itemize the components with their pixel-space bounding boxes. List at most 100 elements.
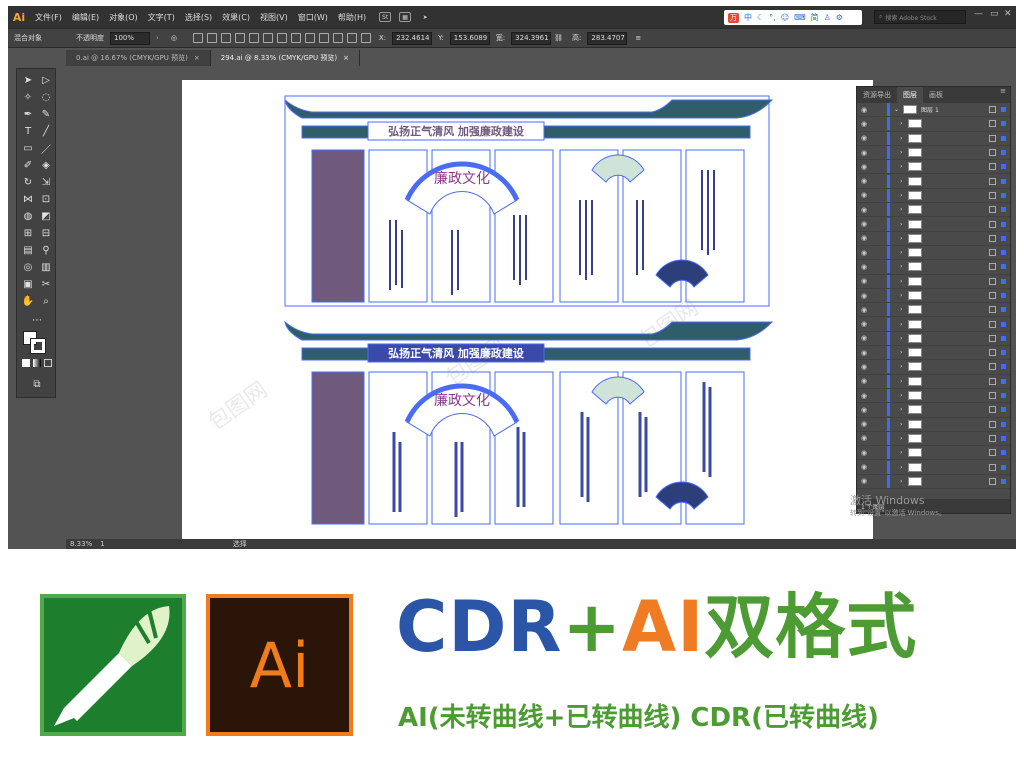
graph-tool-icon[interactable]: ▥ bbox=[38, 260, 54, 274]
eye-icon[interactable]: ◉ bbox=[857, 449, 871, 457]
eye-icon[interactable]: ◉ bbox=[857, 263, 871, 271]
sublayer-row[interactable]: ◉ › bbox=[857, 188, 1010, 204]
sublayer-row[interactable]: ◉ › bbox=[857, 446, 1010, 461]
chevron-right-icon[interactable]: › bbox=[900, 321, 902, 328]
sublayer-row[interactable]: ◉ › bbox=[857, 217, 1010, 232]
target-icon[interactable] bbox=[989, 263, 996, 271]
x-field[interactable]: 232.4614 bbox=[392, 31, 433, 45]
sublayer-row[interactable]: ◉ › bbox=[857, 346, 1010, 361]
target-icon[interactable] bbox=[989, 477, 996, 485]
tab-document-0[interactable]: 0.ai @ 16.67% (CMYK/GPU 预览) × bbox=[66, 50, 211, 66]
chevron-right-icon[interactable]: › bbox=[900, 249, 902, 256]
align-right-icon[interactable] bbox=[220, 33, 231, 43]
distribute-right-icon[interactable] bbox=[346, 33, 357, 43]
ime-mode[interactable]: 简 bbox=[811, 12, 819, 23]
stroke-swatch[interactable] bbox=[30, 338, 46, 354]
sublayer-row[interactable]: ◉ › bbox=[857, 117, 1010, 132]
tab-asset-export[interactable]: 资源导出 bbox=[857, 87, 897, 103]
chevron-right-icon[interactable]: › bbox=[900, 464, 902, 471]
opacity-label[interactable]: 不透明度 bbox=[70, 33, 110, 43]
chevron-right-icon[interactable]: › bbox=[900, 363, 902, 370]
gradient-mode-icon[interactable] bbox=[33, 359, 41, 367]
artboard-tool-icon[interactable]: ▣ bbox=[20, 277, 36, 291]
target-icon[interactable] bbox=[989, 120, 996, 128]
menu-edit[interactable]: 编辑(E) bbox=[67, 12, 104, 23]
menu-help[interactable]: 帮助(H) bbox=[333, 12, 371, 23]
paintbrush-icon[interactable]: ／ bbox=[38, 141, 54, 156]
chevron-right-icon[interactable]: › bbox=[900, 292, 902, 299]
scale-icon[interactable]: ⇲ bbox=[38, 175, 54, 189]
chevron-right-icon[interactable]: › bbox=[900, 449, 902, 456]
maximize-icon[interactable]: ▭ bbox=[990, 9, 999, 19]
chevron-right-icon[interactable]: › bbox=[900, 120, 902, 127]
moon-icon[interactable]: ☾ bbox=[757, 13, 764, 22]
artboard[interactable]: 包图网 包图网 包图网 弘扬正气清风 加强廉政建设 廉政文化 bbox=[182, 80, 873, 541]
target-icon[interactable] bbox=[989, 463, 996, 471]
shirt-icon[interactable]: ♙ bbox=[824, 13, 831, 22]
eye-icon[interactable]: ◉ bbox=[857, 149, 871, 157]
eye-icon[interactable]: ◉ bbox=[857, 220, 871, 228]
chevron-right-icon[interactable]: › bbox=[900, 192, 902, 199]
sublayer-row[interactable]: ◉ › bbox=[857, 203, 1010, 218]
eye-icon[interactable]: ◉ bbox=[857, 334, 871, 342]
ime-lang[interactable]: 中 bbox=[744, 12, 752, 23]
sublayer-row[interactable]: ◉ › bbox=[857, 174, 1010, 189]
line-tool-icon[interactable]: ╱ bbox=[38, 124, 54, 138]
live-paint-icon[interactable]: ◩ bbox=[38, 209, 54, 223]
eye-icon[interactable]: ◉ bbox=[857, 477, 871, 485]
close-icon[interactable]: ✕ bbox=[1004, 9, 1012, 19]
chevron-right-icon[interactable]: › bbox=[900, 406, 902, 413]
sublayer-row[interactable]: ◉ › bbox=[857, 417, 1010, 432]
zoom-level[interactable]: 8.33% bbox=[70, 540, 92, 548]
eye-icon[interactable]: ◉ bbox=[857, 406, 871, 414]
selection-tool-icon[interactable]: ➤ bbox=[20, 73, 36, 87]
target-icon[interactable] bbox=[989, 334, 996, 342]
distribute-left-icon[interactable] bbox=[318, 33, 329, 43]
distribute-center-icon[interactable] bbox=[332, 33, 343, 43]
target-icon[interactable] bbox=[989, 392, 996, 400]
menu-file[interactable]: 文件(F) bbox=[30, 12, 67, 23]
chevron-right-icon[interactable]: › bbox=[900, 163, 902, 170]
hand-tool-icon[interactable]: ✋ bbox=[20, 294, 36, 308]
rectangle-tool-icon[interactable]: ▭ bbox=[20, 141, 36, 155]
eye-icon[interactable]: ◉ bbox=[857, 377, 871, 385]
target-icon[interactable] bbox=[989, 306, 996, 314]
chevron-right-icon[interactable]: › bbox=[900, 178, 902, 185]
menu-select[interactable]: 选择(S) bbox=[180, 12, 217, 23]
chevron-right-icon[interactable]: › bbox=[900, 421, 902, 428]
menu-view[interactable]: 视图(V) bbox=[255, 12, 293, 23]
align-bottom-icon[interactable] bbox=[262, 33, 273, 43]
eye-icon[interactable]: ◉ bbox=[857, 134, 871, 142]
pen-tool-icon[interactable]: ✒ bbox=[20, 107, 36, 121]
align-center-icon[interactable] bbox=[206, 33, 217, 43]
close-icon[interactable]: × bbox=[194, 54, 200, 62]
chevron-right-icon[interactable]: › bbox=[900, 392, 902, 399]
sublayer-row[interactable]: ◉ › bbox=[857, 331, 1010, 347]
align-top-icon[interactable] bbox=[234, 33, 245, 43]
punct-icon[interactable]: °, bbox=[769, 13, 776, 22]
target-icon[interactable] bbox=[989, 292, 996, 299]
sublayer-row[interactable]: ◉ › bbox=[857, 303, 1010, 318]
align-left-icon[interactable] bbox=[192, 33, 203, 43]
distribute-bottom-icon[interactable] bbox=[304, 33, 315, 43]
none-mode-icon[interactable] bbox=[44, 359, 52, 367]
sublayer-row[interactable]: ◉ › bbox=[857, 374, 1010, 389]
sublayer-row[interactable]: ◉ › bbox=[857, 160, 1010, 175]
target-icon[interactable] bbox=[989, 434, 996, 442]
target-icon[interactable] bbox=[989, 149, 996, 157]
page-number[interactable]: 1 bbox=[100, 540, 104, 548]
recolor-icon[interactable]: ◎ bbox=[171, 34, 177, 42]
free-transform-icon[interactable]: ⊡ bbox=[38, 192, 54, 206]
chevron-right-icon[interactable]: › bbox=[900, 435, 902, 442]
shaper-icon[interactable]: ✐ bbox=[20, 158, 36, 172]
layer-row[interactable]: ◉ ⌄ 图层 1 bbox=[857, 103, 1010, 118]
lasso-icon[interactable]: ◌ bbox=[38, 90, 54, 104]
gradient-icon[interactable]: ▤ bbox=[20, 243, 36, 257]
tab-document-1[interactable]: 294.ai @ 8.33% (CMYK/GPU 预览) × bbox=[210, 50, 360, 66]
menu-type[interactable]: 文字(T) bbox=[143, 12, 180, 23]
eye-icon[interactable]: ◉ bbox=[857, 106, 871, 114]
distribute-middle-icon[interactable] bbox=[290, 33, 301, 43]
chevron-right-icon[interactable]: › bbox=[900, 221, 902, 228]
slice-tool-icon[interactable]: ✂ bbox=[38, 277, 54, 291]
sublayer-row[interactable]: ◉ › bbox=[857, 260, 1010, 275]
